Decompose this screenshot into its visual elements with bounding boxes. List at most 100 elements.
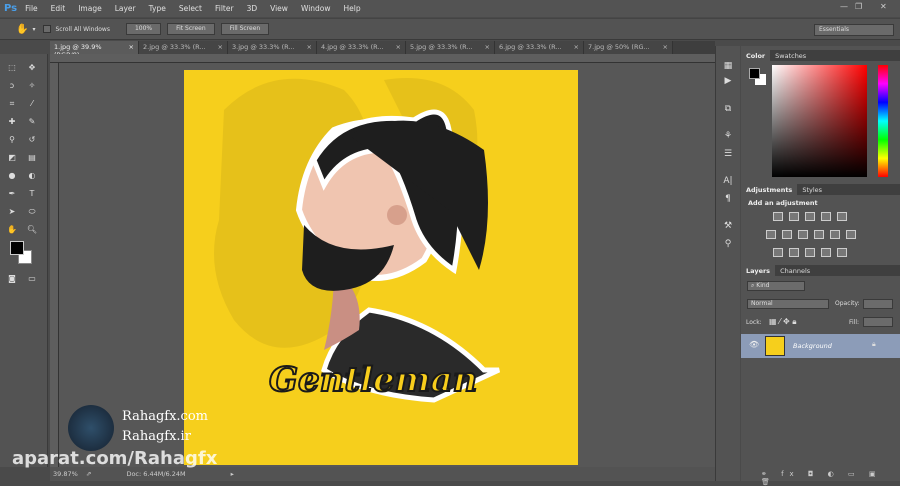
brush-tool-icon[interactable]: ✎ [26,117,38,127]
black-white-icon[interactable] [798,230,808,239]
marquee-tool-icon[interactable]: ⬚ [6,63,18,73]
menu-type[interactable]: Type [149,4,166,13]
character-icon[interactable]: A| [722,176,734,187]
history-icon[interactable]: ▦ [722,61,734,72]
status-menu-arrow-icon[interactable]: ▸ [231,470,234,478]
gradient-map-icon[interactable] [837,248,847,257]
layer-row-background[interactable]: 👁︎ Background 🔒︎ [741,334,900,358]
foreground-swatch[interactable] [749,68,760,79]
exposure-icon[interactable] [821,212,831,221]
paragraph-icon[interactable]: ¶ [722,194,734,205]
opacity-field[interactable] [863,299,893,309]
tab-close-icon[interactable]: × [307,43,312,52]
brush-icon[interactable]: ⚘ [722,131,734,142]
share-icon[interactable]: ⇗ [86,470,91,478]
tab-adjustments[interactable]: Adjustments [741,184,798,195]
lock-pixels-icon[interactable]: ▦ ⁄ ✥ 🔒︎ [769,317,796,327]
doc-tab[interactable]: 6.jpg @ 33.3% (R... × [495,41,584,54]
zoom-100-button[interactable]: 100% [125,23,162,35]
eraser-icon[interactable]: ◩ [6,153,18,163]
lasso-tool-icon[interactable]: ↄ [6,81,18,91]
doc-tab[interactable]: 2.jpg @ 33.3% (R... × [139,41,228,54]
doc-tab[interactable]: 4.jpg @ 33.3% (R... × [317,41,406,54]
tab-layers[interactable]: Layers [741,265,776,276]
menu-file[interactable]: File [25,4,38,13]
menu-help[interactable]: Help [344,4,361,13]
tab-close-icon[interactable]: × [574,43,579,52]
hue-saturation-icon[interactable] [766,230,776,239]
color-balance-icon[interactable] [782,230,792,239]
blend-mode-select[interactable]: Normal [747,299,829,309]
doc-tab[interactable]: 7.jpg @ 50% (RG... × [584,41,673,54]
workspace-select[interactable]: Essentials [814,24,894,36]
levels-icon[interactable] [789,212,799,221]
zoom-level[interactable]: 39.87% [53,470,81,478]
hand-tool-icon[interactable]: ✋ [16,24,28,35]
color-field[interactable] [772,65,867,177]
screen-mode-icon[interactable]: ▭ [26,274,38,284]
menu-view[interactable]: View [270,4,288,13]
menu-layer[interactable]: Layer [115,4,136,13]
fill-screen-button[interactable]: Fill Screen [220,23,270,35]
tab-styles[interactable]: Styles [797,184,827,195]
curves-icon[interactable] [805,212,815,221]
scroll-all-checkbox[interactable] [43,25,52,33]
ellipse-tool-icon[interactable]: ⬭ [26,207,38,217]
horizontal-ruler[interactable] [50,54,715,63]
clone-source-icon[interactable]: ⚲ [722,239,734,250]
threshold-icon[interactable] [805,248,815,257]
clone-stamp-icon[interactable]: ⚲ [6,135,18,145]
menu-image[interactable]: Image [78,4,102,13]
quick-mask-icon[interactable]: ◙ [6,274,18,284]
color-lookup-icon[interactable] [846,230,856,239]
zoom-tool-icon[interactable]: 🔍︎ [26,225,38,235]
dodge-tool-icon[interactable]: ◐ [26,171,38,181]
tab-close-icon[interactable]: × [485,43,490,52]
doc-tab[interactable]: 5.jpg @ 33.3% (R... × [406,41,495,54]
menu-select[interactable]: Select [179,4,202,13]
pen-tool-icon[interactable]: ✒ [6,189,18,199]
selective-color-icon[interactable] [821,248,831,257]
tab-close-icon[interactable]: × [218,43,223,52]
move-tool-icon[interactable]: ✥ [26,63,38,73]
type-tool-icon[interactable]: T [26,189,38,199]
tool-presets-icon[interactable]: ⚒ [722,221,734,232]
menu-filter[interactable]: Filter [215,4,234,13]
history-brush-icon[interactable]: ↺ [26,135,38,145]
blur-tool-icon[interactable]: ● [6,171,18,181]
vibrance-icon[interactable] [837,212,847,221]
foreground-color-swatch[interactable] [10,241,24,255]
crop-tool-icon[interactable]: ⌗ [6,99,18,109]
posterize-icon[interactable] [789,248,799,257]
chevron-down-icon[interactable]: ▾ [32,26,35,33]
fit-screen-button[interactable]: Fit Screen [167,23,215,35]
eyedropper-icon[interactable]: ⁄ [26,99,38,109]
hue-slider[interactable] [878,65,888,177]
close-icon[interactable]: ✕ [880,2,887,11]
visibility-eye-icon[interactable]: 👁︎ [749,340,759,349]
healing-brush-icon[interactable]: ✚ [6,117,18,127]
minimize-icon[interactable]: — [840,2,848,11]
gradient-icon[interactable]: ▤ [26,153,38,163]
invert-icon[interactable] [773,248,783,257]
hand-tool-icon[interactable]: ✋ [6,225,18,235]
vertical-ruler[interactable] [50,63,59,467]
fill-field[interactable] [863,317,893,327]
brush-presets-icon[interactable]: ☰ [722,149,734,160]
restore-icon[interactable]: ❐ [855,2,862,11]
path-select-icon[interactable]: ➤ [6,207,18,217]
photo-filter-icon[interactable] [814,230,824,239]
tab-color[interactable]: Color [741,50,771,61]
menu-edit[interactable]: Edit [51,4,66,13]
layer-comps-icon[interactable]: ⧉ [722,104,734,115]
tab-close-icon[interactable]: × [396,43,401,52]
document-canvas[interactable]: Gentleman [184,70,578,465]
menu-window[interactable]: Window [301,4,331,13]
tab-close-icon[interactable]: × [129,43,134,52]
doc-tab[interactable]: 1.jpg @ 39.9% (RGB/8) × [50,41,139,59]
tab-close-icon[interactable]: × [663,43,668,52]
layer-footer-buttons[interactable]: ⚭ fx ◘ ◐ ▭ ▣ 🗑︎ [761,470,900,486]
tab-swatches[interactable]: Swatches [770,50,811,61]
actions-icon[interactable]: ▶ [722,76,734,87]
magic-wand-icon[interactable]: ✧ [26,81,38,91]
